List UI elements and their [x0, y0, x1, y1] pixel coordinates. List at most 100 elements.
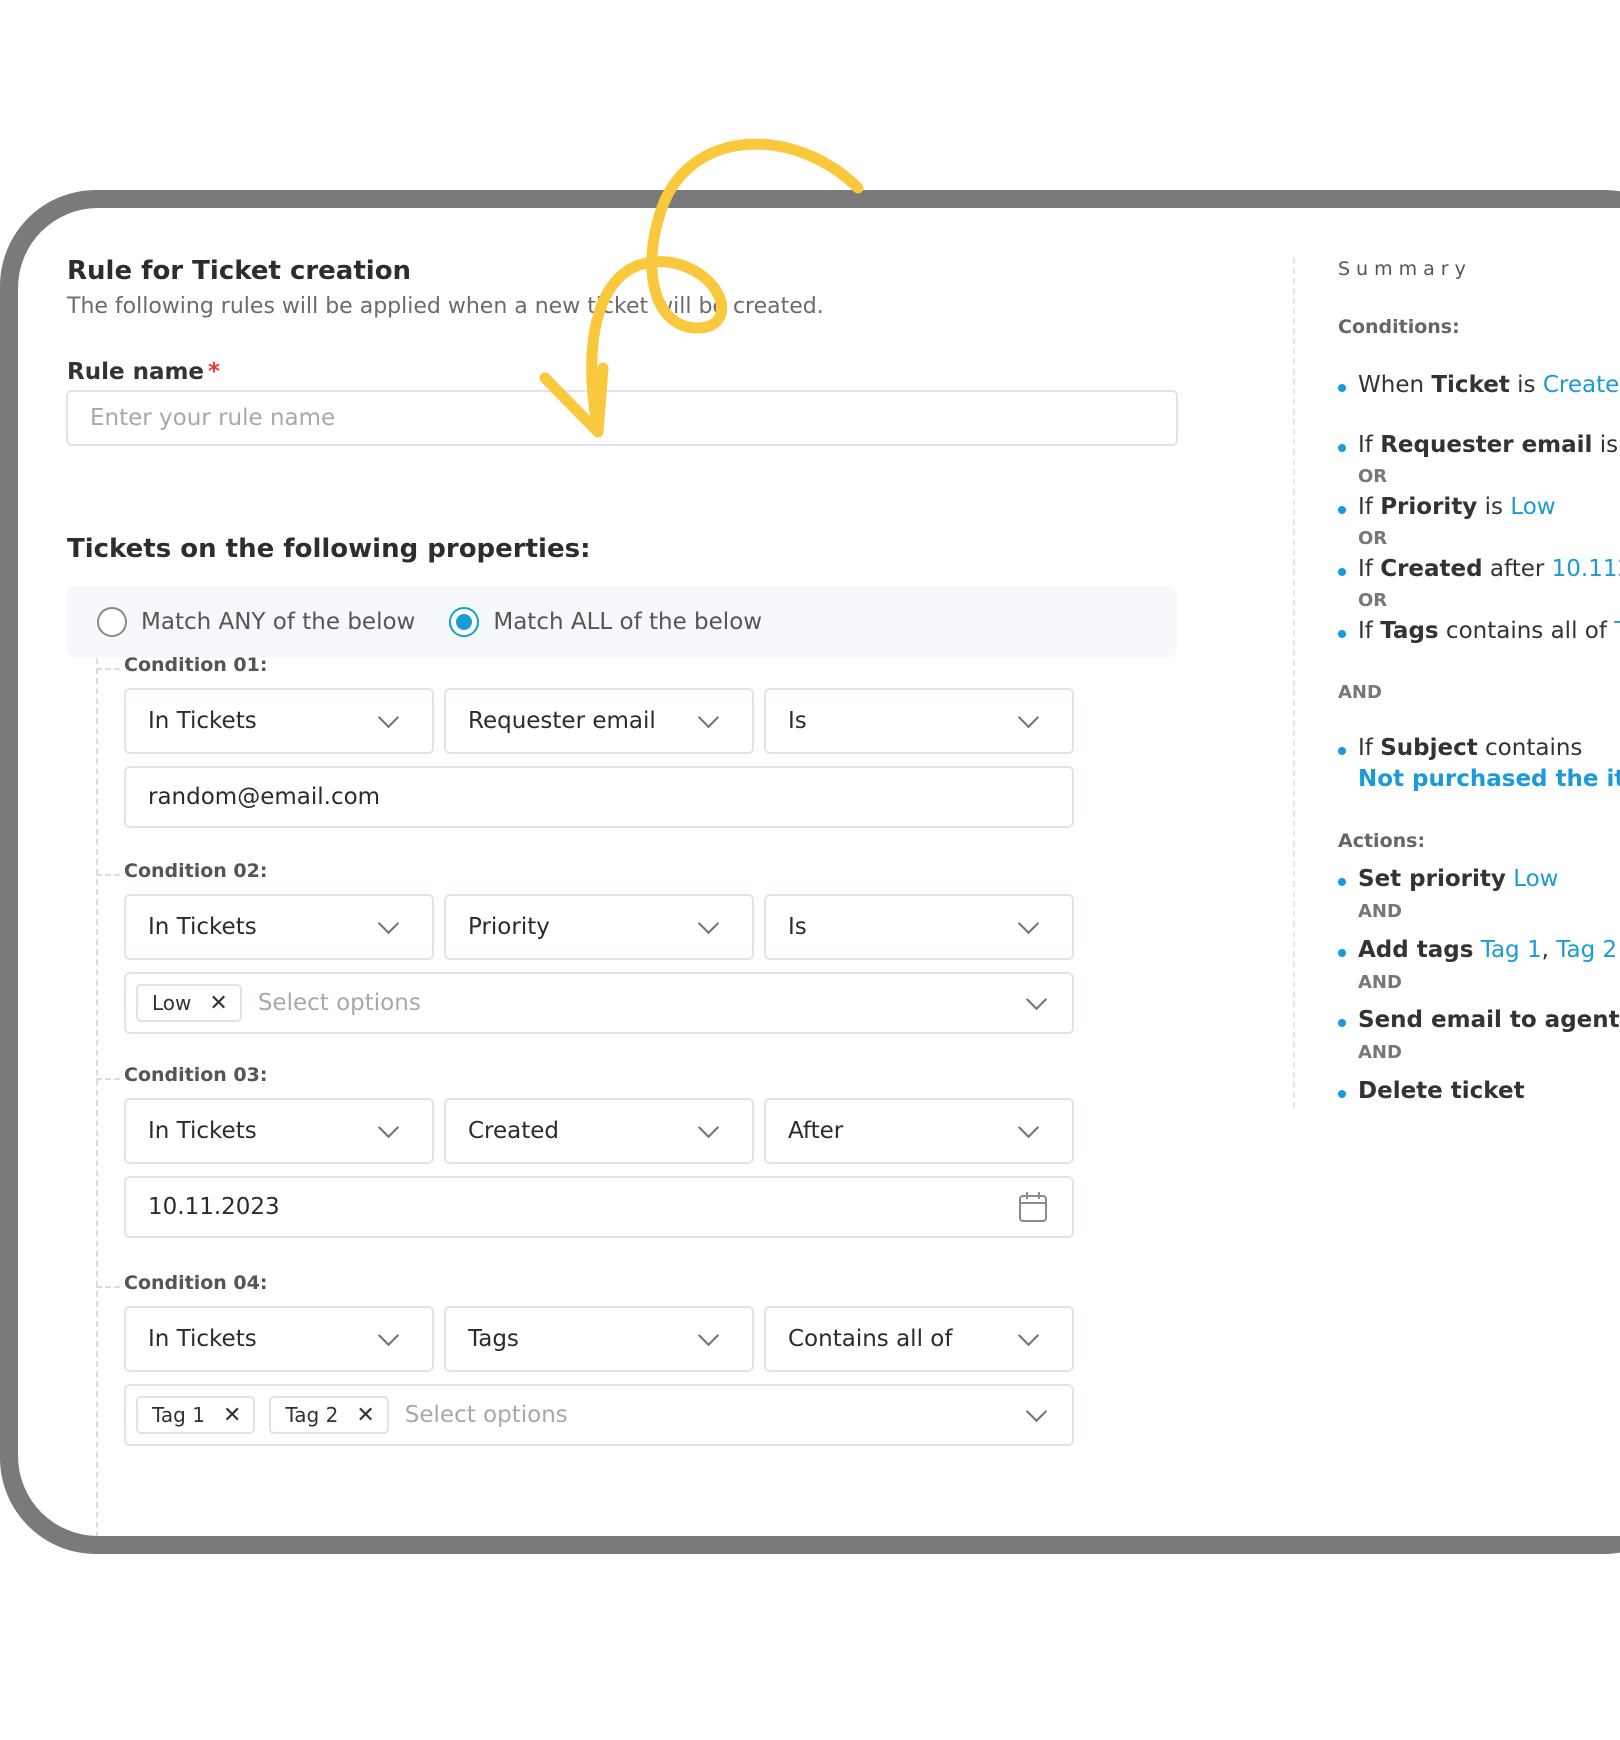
summary-prefix: If — [1358, 618, 1373, 644]
chevron-down-icon — [377, 706, 400, 728]
chip: Low ✕ — [136, 984, 242, 1022]
select-value: Priority — [468, 914, 550, 940]
condition-03-date-input[interactable]: 10.11.2023 — [124, 1176, 1074, 1238]
select-value: In Tickets — [148, 914, 257, 940]
condition-02-options-multiselect[interactable]: Low ✕ Select options — [124, 972, 1074, 1034]
multiselect-placeholder: Select options — [257, 990, 421, 1016]
summary-verb: is — [1599, 432, 1619, 458]
summary-conditions-label: Conditions: — [1338, 316, 1460, 338]
action-separator: , — [1541, 937, 1549, 963]
summary-value: Not purchased the iter — [1358, 766, 1620, 792]
summary-action-item: Delete ticket — [1338, 1078, 1525, 1104]
rule-name-input[interactable]: Enter your rule name — [66, 390, 1178, 446]
condition-04-field-select[interactable]: Tags — [444, 1306, 754, 1372]
condition-tree-line — [96, 658, 98, 1536]
summary-or-connector: OR — [1358, 466, 1388, 487]
summary-prefix: If — [1358, 735, 1373, 761]
condition-04-options-multiselect[interactable]: Tag 1 ✕ Tag 2 ✕ Select options — [124, 1384, 1074, 1446]
chip-label: Low — [152, 991, 192, 1015]
chevron-down-icon — [377, 1116, 400, 1138]
properties-title: Tickets on the following properties: — [67, 534, 591, 564]
match-all-radio[interactable] — [449, 607, 480, 637]
condition-connector — [96, 1078, 120, 1080]
condition-04-scope-select[interactable]: In Tickets — [124, 1306, 434, 1372]
summary-and-connector: AND — [1338, 682, 1382, 703]
summary-subject: Requester email — [1380, 432, 1593, 458]
summary-verb: contains all of — [1445, 618, 1607, 644]
condition-connector — [96, 1286, 120, 1288]
chevron-down-icon — [377, 912, 400, 934]
summary-subject: Tags — [1380, 618, 1439, 644]
condition-03-scope-select[interactable]: In Tickets — [124, 1098, 434, 1164]
summary-condition-item: If Priority is Low — [1338, 494, 1556, 520]
condition-01-value-input[interactable]: random@email.com — [124, 766, 1074, 828]
summary-subject-value: Not purchased the iter — [1338, 766, 1620, 792]
device-frame: Rule for Ticket creation The following r… — [0, 190, 1620, 1554]
summary-condition-item: If Requester email is r — [1338, 432, 1620, 458]
summary-value: T — [1614, 618, 1620, 644]
summary-value: Low — [1510, 494, 1556, 520]
summary-actions-label: Actions: — [1338, 830, 1426, 852]
calendar-icon[interactable] — [1018, 1191, 1048, 1223]
condition-03-field-select[interactable]: Created — [444, 1098, 754, 1164]
summary-condition-item: If Tags contains all of T — [1338, 618, 1620, 644]
summary-or-connector: OR — [1358, 590, 1388, 611]
close-icon[interactable]: ✕ — [223, 1403, 241, 1428]
summary-subject: Ticket — [1431, 372, 1510, 398]
select-value: In Tickets — [148, 1326, 257, 1352]
rule-name-label: Rule name * — [67, 359, 220, 385]
close-icon[interactable]: ✕ — [356, 1403, 374, 1428]
match-all-label: Match ALL of the below — [493, 609, 763, 635]
summary-value: 10.1120 — [1551, 556, 1620, 582]
summary-condition-item: If Created after 10.1120 — [1338, 556, 1620, 582]
condition-02-scope-select[interactable]: In Tickets — [124, 894, 434, 960]
condition-03-operator-select[interactable]: After — [764, 1098, 1074, 1164]
summary-verb: after — [1489, 556, 1545, 582]
summary-and-connector: AND — [1358, 1042, 1402, 1063]
select-value: After — [788, 1118, 844, 1144]
condition-02-operator-select[interactable]: Is — [764, 894, 1074, 960]
summary-subject: Subject — [1380, 735, 1478, 761]
action-text: Add tags — [1358, 937, 1474, 963]
summary-verb: is — [1517, 372, 1536, 398]
summary-or-connector: OR — [1358, 528, 1388, 549]
summary-heading: Summary — [1338, 258, 1472, 280]
multiselect-placeholder: Select options — [404, 1402, 568, 1428]
match-all-option[interactable]: Match ALL of the below — [449, 607, 762, 637]
action-text: Send email to agent — [1358, 1007, 1620, 1033]
input-value: 10.11.2023 — [148, 1194, 280, 1220]
close-icon[interactable]: ✕ — [209, 991, 227, 1016]
chevron-down-icon — [1025, 1400, 1048, 1422]
condition-03-label: Condition 03: — [124, 1064, 268, 1086]
chevron-down-icon — [1017, 1324, 1040, 1346]
match-any-radio[interactable] — [97, 607, 127, 637]
match-any-option[interactable]: Match ANY of the below — [97, 607, 415, 637]
condition-01-scope-select[interactable]: In Tickets — [124, 688, 434, 754]
summary-subject-item: If Subject contains — [1338, 735, 1582, 761]
summary-prefix: If — [1358, 432, 1373, 458]
condition-01-field-select[interactable]: Requester email — [444, 688, 754, 754]
condition-02-field-select[interactable]: Priority — [444, 894, 754, 960]
summary-prefix: If — [1358, 556, 1373, 582]
select-value: In Tickets — [148, 1118, 257, 1144]
condition-02-label: Condition 02: — [124, 860, 268, 882]
select-value: In Tickets — [148, 708, 257, 734]
select-value: Is — [788, 708, 807, 734]
chevron-down-icon — [1017, 706, 1040, 728]
page-subtitle: The following rules will be applied when… — [67, 294, 824, 319]
summary-and-connector: AND — [1358, 972, 1402, 993]
condition-01-label: Condition 01: — [124, 654, 268, 676]
action-value: Low — [1513, 866, 1559, 892]
condition-01-operator-select[interactable]: Is — [764, 688, 1074, 754]
chip-label: Tag 1 — [152, 1403, 205, 1427]
summary-action-item: Send email to agent U — [1338, 1007, 1620, 1033]
summary-prefix: When — [1358, 372, 1425, 398]
page-title: Rule for Ticket creation — [67, 256, 412, 286]
app-screen: Rule for Ticket creation The following r… — [18, 208, 1620, 1536]
condition-connector — [96, 668, 120, 670]
condition-04-operator-select[interactable]: Contains all of — [764, 1306, 1074, 1372]
chip: Tag 2 ✕ — [269, 1396, 389, 1434]
chevron-down-icon — [697, 1116, 720, 1138]
select-value: Contains all of — [788, 1326, 953, 1352]
match-any-label: Match ANY of the below — [141, 609, 416, 635]
